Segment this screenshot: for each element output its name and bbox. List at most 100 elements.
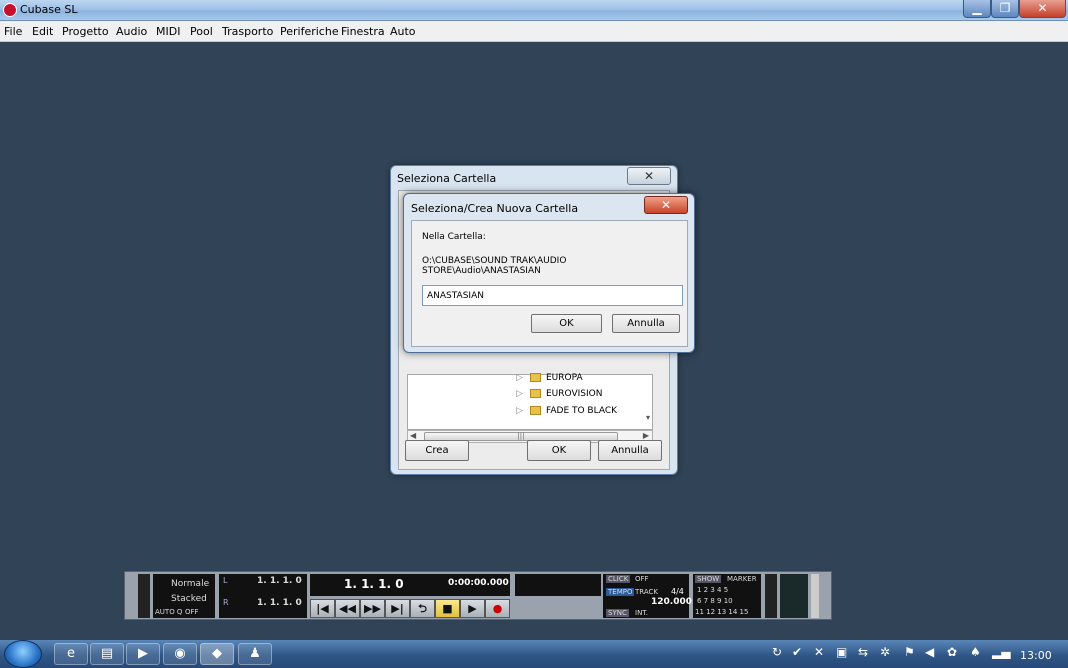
- internet-explorer-icon[interactable]: e: [54, 643, 88, 665]
- create-folder-cancel-button[interactable]: Annulla: [612, 314, 680, 333]
- play-button[interactable]: ▶: [460, 599, 485, 618]
- media-player-icon[interactable]: ▶: [126, 643, 160, 665]
- menu-finestra[interactable]: Finestra: [341, 25, 385, 38]
- tempo-label[interactable]: TEMPO: [606, 588, 635, 596]
- menu-progetto[interactable]: Progetto: [62, 25, 109, 38]
- folder-tree[interactable]: ▷ EUROPA ▷ EUROVISION ▷ FADE TO BLACK ▾: [407, 373, 653, 430]
- right-locator-value[interactable]: 1. 1. 1. 0: [257, 598, 302, 608]
- left-locator-label: L: [223, 576, 228, 585]
- marker-row-3[interactable]: 11 12 13 14 15: [695, 608, 748, 616]
- app-tray-icon[interactable]: ♠: [970, 645, 981, 659]
- create-folder-button[interactable]: Crea: [405, 440, 469, 461]
- position-display: 1. 1. 1. 0 0:00:00.000: [310, 574, 510, 596]
- cubase-app-icon[interactable]: [3, 3, 17, 17]
- scroll-left-icon[interactable]: ◀: [410, 431, 416, 440]
- tree-item-europa[interactable]: ▷ EUROPA: [516, 373, 583, 389]
- click-tempo-panel: CLICK OFF TEMPO TRACK 4/4 120.000 SYNC I…: [603, 574, 692, 618]
- create-folder-dialog-title: Seleziona/Crea Nuova Cartella: [411, 202, 579, 215]
- rewind-button[interactable]: ◀◀: [335, 599, 360, 618]
- scroll-right-icon[interactable]: ▶: [643, 431, 649, 440]
- go-to-end-button[interactable]: ▶|: [385, 599, 410, 618]
- expand-arrow-icon[interactable]: ▷: [516, 373, 530, 383]
- click-value: OFF: [635, 575, 649, 583]
- auto-quantize-value: OFF: [185, 608, 199, 616]
- sync-value: INT.: [635, 609, 648, 617]
- minimize-button[interactable]: ▁: [963, 0, 991, 18]
- select-folder-dialog-title: Seleziona Cartella: [397, 172, 497, 185]
- select-folder-close-button[interactable]: ✕: [627, 167, 671, 185]
- signal-tray-icon[interactable]: ▂▄: [992, 645, 1010, 659]
- app-taskbar-icon[interactable]: ♟: [238, 643, 272, 665]
- speaker-tray-icon[interactable]: ◀: [925, 645, 934, 659]
- create-folder-body: Nella Cartella: O:\CUBASE\SOUND TRAK\AUD…: [411, 220, 688, 347]
- tree-item-fade-to-black[interactable]: ▷ FADE TO BLACK: [516, 406, 617, 422]
- file-explorer-icon[interactable]: ▤: [90, 643, 124, 665]
- sync-label[interactable]: SYNC: [606, 609, 629, 617]
- app-title-bar[interactable]: Cubase SL ▁ ❐ ✕: [0, 0, 1068, 21]
- action-center-flag-icon[interactable]: ⚑: [904, 645, 915, 659]
- menu-pool[interactable]: Pool: [190, 25, 213, 38]
- menu-file[interactable]: File: [4, 25, 22, 38]
- device-tray-icon[interactable]: ▣: [836, 645, 847, 659]
- close-button[interactable]: ✕: [1019, 0, 1066, 18]
- folder-path: O:\CUBASE\SOUND TRAK\AUDIO STORE\Audio\A…: [422, 256, 567, 276]
- stop-button[interactable]: ■: [435, 599, 460, 618]
- maximize-button[interactable]: ❐: [991, 0, 1019, 18]
- menu-trasporto[interactable]: Trasporto: [222, 25, 273, 38]
- bar-position[interactable]: 1. 1. 1. 0: [344, 577, 404, 591]
- bluetooth-tray-icon[interactable]: ✲: [880, 645, 890, 659]
- create-folder-close-button[interactable]: ✕: [644, 196, 688, 214]
- marker-row-1[interactable]: 1 2 3 4 5: [697, 586, 728, 594]
- go-to-start-button[interactable]: |◀: [310, 599, 335, 618]
- select-folder-cancel-button[interactable]: Annulla: [598, 440, 662, 461]
- marker-panel: SHOW MARKER 1 2 3 4 5 6 7 8 9 10 11 12 1…: [693, 574, 761, 618]
- tree-item-label: FADE TO BLACK: [546, 406, 618, 416]
- record-mode-normal[interactable]: Normale: [171, 579, 209, 589]
- cycle-button[interactable]: ⮌: [410, 599, 435, 618]
- firefox-icon[interactable]: ◉: [163, 643, 197, 665]
- record-button[interactable]: ●: [485, 599, 510, 618]
- system-clock[interactable]: 13:00: [1020, 649, 1052, 662]
- app-title: Cubase SL: [20, 3, 78, 16]
- folder-icon: [530, 406, 541, 415]
- show-label[interactable]: SHOW: [695, 575, 722, 583]
- start-button[interactable]: [4, 640, 42, 668]
- jog-display: [515, 574, 601, 596]
- menu-audio[interactable]: Audio: [116, 25, 147, 38]
- folder-label: Nella Cartella:: [422, 232, 486, 242]
- expand-arrow-icon[interactable]: ▷: [516, 389, 530, 399]
- volume-muted-tray-icon[interactable]: ✕: [814, 645, 824, 659]
- tempo-bpm: 120.000: [651, 597, 692, 607]
- tree-item-eurovision[interactable]: ▷ EUROVISION: [516, 389, 602, 405]
- create-folder-dialog: Seleziona/Crea Nuova Cartella ✕ Nella Ca…: [403, 193, 695, 353]
- time-position[interactable]: 0:00:00.000: [448, 578, 509, 588]
- record-mode-panel: Normale Stacked AUTO Q OFF: [153, 574, 215, 618]
- expand-arrow-icon[interactable]: ▷: [516, 406, 530, 416]
- scroll-down-icon[interactable]: ▾: [646, 413, 650, 422]
- menu-edit[interactable]: Edit: [32, 25, 53, 38]
- menu-auto[interactable]: Auto: [390, 25, 416, 38]
- folder-icon: [530, 389, 541, 398]
- fast-forward-button[interactable]: ▶▶: [360, 599, 385, 618]
- check-tray-icon[interactable]: ✔: [792, 645, 802, 659]
- click-label[interactable]: CLICK: [606, 575, 631, 583]
- input-level-meter: [138, 574, 150, 618]
- transport-panel: Normale Stacked AUTO Q OFF L 1. 1. 1. 0 …: [124, 571, 832, 620]
- new-folder-name-input[interactable]: [422, 285, 683, 306]
- auto-quantize-label[interactable]: AUTO Q: [155, 608, 182, 616]
- windows-taskbar: e ▤ ▶ ◉ ◆ ♟ ↻ ✔ ✕ ▣ ⇆ ✲ ⚑ ◀ ✿ ♠ ▂▄ 13:00: [0, 640, 1068, 668]
- left-locator-value[interactable]: 1. 1. 1. 0: [257, 576, 302, 586]
- create-folder-ok-button[interactable]: OK: [531, 314, 602, 333]
- menu-midi[interactable]: MIDI: [156, 25, 180, 38]
- settings-tray-icon[interactable]: ✿: [947, 645, 957, 659]
- folder-icon: [530, 373, 541, 382]
- cubase-taskbar-icon[interactable]: ◆: [200, 643, 234, 665]
- network-tray-icon[interactable]: ⇆: [858, 645, 868, 659]
- time-signature: 4/4: [671, 587, 684, 596]
- refresh-tray-icon[interactable]: ↻: [772, 645, 782, 659]
- master-fader[interactable]: [811, 574, 819, 618]
- select-folder-ok-button[interactable]: OK: [527, 440, 591, 461]
- marker-row-2[interactable]: 6 7 8 9 10: [697, 597, 733, 605]
- record-mode-stacked[interactable]: Stacked: [171, 594, 207, 604]
- menu-periferiche[interactable]: Periferiche: [280, 25, 339, 38]
